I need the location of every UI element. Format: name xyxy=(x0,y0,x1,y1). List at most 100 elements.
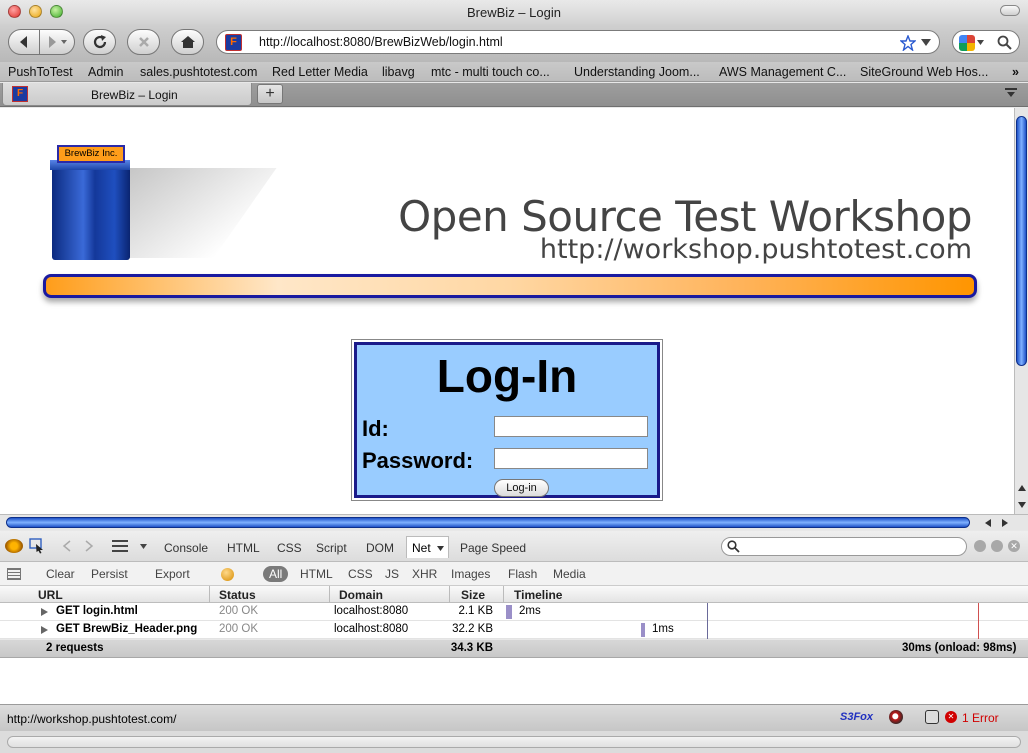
firebug-status-icon[interactable] xyxy=(925,710,939,724)
column-divider xyxy=(503,586,504,603)
firebug-tab-net[interactable]: Net xyxy=(406,536,449,558)
scroll-right-arrow-icon[interactable] xyxy=(1002,519,1008,527)
panel-menu-dropdown-icon[interactable] xyxy=(140,544,147,549)
error-icon[interactable]: ✕ xyxy=(945,711,957,723)
addon-status-icon[interactable] xyxy=(889,710,903,724)
toolbar-toggle-button[interactable] xyxy=(1000,5,1020,16)
column-size[interactable]: Size xyxy=(461,588,485,602)
column-url[interactable]: URL xyxy=(38,588,63,602)
filter-images-button[interactable]: Images xyxy=(451,567,490,581)
s3fox-icon[interactable]: S3Fox xyxy=(840,711,873,723)
horizontal-scroll-thumb[interactable] xyxy=(6,517,970,528)
net-export-button[interactable]: Export xyxy=(155,567,190,581)
column-status[interactable]: Status xyxy=(219,588,256,602)
bookmark-aws-management[interactable]: AWS Management C... xyxy=(719,65,846,79)
list-all-tabs-button[interactable] xyxy=(1004,86,1024,103)
vertical-scroll-thumb[interactable] xyxy=(1016,116,1027,366)
scroll-left-arrow-icon[interactable] xyxy=(985,519,991,527)
firebug-minimize-icon[interactable] xyxy=(974,540,986,552)
forward-arrow-icon xyxy=(49,36,67,48)
vertical-scrollbar[interactable] xyxy=(1014,108,1028,514)
back-history-icon[interactable] xyxy=(62,540,72,552)
error-count[interactable]: 1 Error xyxy=(962,711,999,725)
filter-xhr-button[interactable]: XHR xyxy=(412,567,437,581)
filter-html-button[interactable]: HTML xyxy=(300,567,333,581)
stop-button[interactable] xyxy=(127,29,160,55)
net-export-status-icon[interactable] xyxy=(221,568,234,581)
forward-button[interactable] xyxy=(39,29,75,55)
bookmark-sales-pushtotest[interactable]: sales.pushtotest.com xyxy=(140,65,257,79)
bookmark-mtc[interactable]: mtc - multi touch co... xyxy=(431,65,550,79)
panel-menu-icon[interactable] xyxy=(112,540,128,552)
table-row[interactable]: GET BrewBiz_Header.png 200 OK localhost:… xyxy=(0,621,1028,639)
onload-marker xyxy=(978,621,979,639)
firebug-close-icon[interactable]: ✕ xyxy=(1008,540,1020,552)
filter-all-button[interactable]: All xyxy=(263,566,289,582)
tab-brewbiz-login[interactable]: F BrewBiz – Login xyxy=(2,83,252,106)
id-field[interactable] xyxy=(494,416,648,437)
firebug-tab-css[interactable]: CSS xyxy=(277,541,302,555)
filter-flash-button[interactable]: Flash xyxy=(508,567,537,581)
search-box[interactable] xyxy=(952,30,1020,54)
bookmark-siteground[interactable]: SiteGround Web Hos... xyxy=(860,65,988,79)
bookmark-star-icon[interactable] xyxy=(900,35,916,51)
scroll-up-arrow-icon[interactable] xyxy=(1018,485,1026,491)
back-button[interactable] xyxy=(8,29,40,55)
search-icon[interactable] xyxy=(997,35,1012,50)
login-heading: Log-In xyxy=(436,350,578,402)
net-panel-layout-icon[interactable] xyxy=(7,568,21,580)
bookmark-libavg[interactable]: libavg xyxy=(382,65,415,79)
horizontal-scrollbar[interactable] xyxy=(0,514,1028,530)
firebug-tab-dom[interactable]: DOM xyxy=(366,541,394,555)
bookmark-pushtotest[interactable]: PushToTest xyxy=(8,65,73,79)
login-button[interactable]: Log-in xyxy=(494,479,549,497)
firebug-tab-console[interactable]: Console xyxy=(164,541,208,555)
firebug-detach-icon[interactable] xyxy=(991,540,1003,552)
net-tab-dropdown-icon[interactable] xyxy=(437,546,444,551)
expand-row-icon[interactable] xyxy=(41,626,48,634)
home-button[interactable] xyxy=(171,29,204,55)
filter-js-button[interactable]: JS xyxy=(385,567,399,581)
bookmark-red-letter-media[interactable]: Red Letter Media xyxy=(272,65,368,79)
google-search-engine-icon[interactable] xyxy=(959,35,975,51)
bookmarks-overflow-chevron-icon[interactable]: » xyxy=(1012,65,1019,79)
request-status: 200 OK xyxy=(219,605,258,617)
search-engine-dropdown-icon[interactable] xyxy=(977,40,984,45)
firebug-tab-html[interactable]: HTML xyxy=(227,541,260,555)
password-field[interactable] xyxy=(494,448,648,469)
request-size: 32.2 KB xyxy=(452,623,493,635)
url-text[interactable]: http://localhost:8080/BrewBizWeb/login.h… xyxy=(259,35,503,49)
firebug-bug-icon[interactable] xyxy=(5,539,23,553)
bookmark-understanding-joomla[interactable]: Understanding Joom... xyxy=(574,65,700,79)
history-dropdown-icon[interactable] xyxy=(921,39,931,47)
column-timeline[interactable]: Timeline xyxy=(514,588,562,602)
page-content: BrewBiz Inc. Open Source Test Workshop h… xyxy=(0,108,1014,514)
expand-row-icon[interactable] xyxy=(41,608,48,616)
request-url[interactable]: GET login.html xyxy=(56,605,138,617)
request-url[interactable]: GET BrewBiz_Header.png xyxy=(56,623,197,635)
net-clear-button[interactable]: Clear xyxy=(46,567,75,581)
login-form: Log-In Id: Password: Log-in xyxy=(354,342,660,498)
logo-badge: BrewBiz Inc. xyxy=(57,145,125,163)
filter-css-button[interactable]: CSS xyxy=(348,567,373,581)
forward-history-icon[interactable] xyxy=(84,540,94,552)
timeline-marker xyxy=(707,621,708,639)
url-bar[interactable]: F http://localhost:8080/BrewBizWeb/login… xyxy=(216,30,940,54)
firebug-search-input[interactable] xyxy=(721,537,967,556)
column-domain[interactable]: Domain xyxy=(339,588,383,602)
net-persist-button[interactable]: Persist xyxy=(91,567,128,581)
firebug-tab-script[interactable]: Script xyxy=(316,541,347,555)
net-panel-toolbar: Clear Persist Export All HTML CSS JS XHR… xyxy=(0,562,1028,586)
id-label: Id: xyxy=(362,416,389,441)
summary-size: 34.3 KB xyxy=(450,642,493,654)
scroll-down-arrow-icon[interactable] xyxy=(1018,502,1026,508)
table-row[interactable]: GET login.html 200 OK localhost:8080 2.1… xyxy=(0,603,1028,621)
filter-media-button[interactable]: Media xyxy=(553,567,586,581)
firebug-tab-page-speed[interactable]: Page Speed xyxy=(460,541,526,555)
bookmark-admin[interactable]: Admin xyxy=(88,65,123,79)
inspect-element-icon[interactable] xyxy=(29,538,45,554)
reload-button[interactable] xyxy=(83,29,116,55)
bookmarks-toolbar: PushToTest Admin sales.pushtotest.com Re… xyxy=(0,62,1028,82)
request-domain: localhost:8080 xyxy=(334,605,409,617)
new-tab-button[interactable]: + xyxy=(257,84,283,104)
